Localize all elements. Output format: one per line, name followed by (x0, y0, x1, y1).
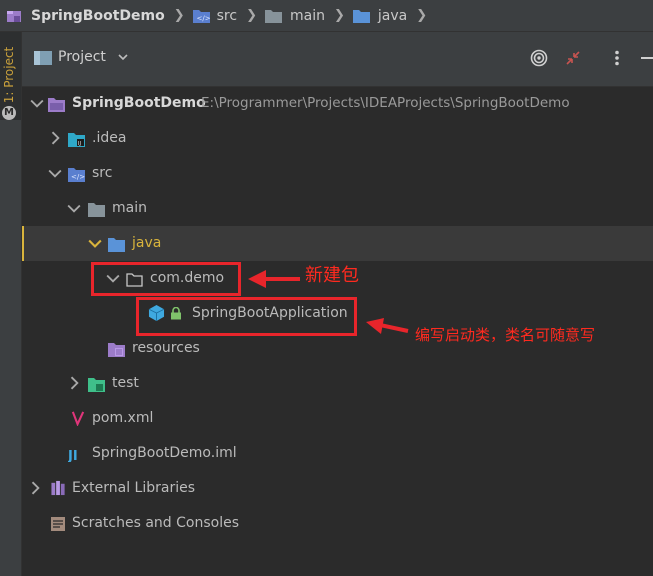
folder-icon (264, 10, 282, 23)
chevron-down-icon (118, 53, 128, 60)
tree-row-java[interactable]: java (22, 226, 653, 261)
tree-row-src[interactable]: </> src (22, 156, 653, 191)
chevron-right-icon: ❯ (246, 8, 257, 23)
chevron-down-icon[interactable] (48, 167, 62, 181)
tree-row-root[interactable]: SpringBootDemo E:\Programmer\Projects\ID… (22, 86, 653, 121)
breadcrumb-project[interactable]: SpringBootDemo (31, 0, 165, 31)
tree-label-src: src (92, 165, 113, 181)
source-root-folder-icon (352, 10, 370, 23)
tree-label-pom: pom.xml (92, 410, 154, 426)
scratches-icon (51, 517, 65, 531)
project-view-icon (34, 50, 52, 65)
chevron-right-icon: ❯ (173, 8, 185, 23)
tree-label-test: test (112, 375, 139, 391)
source-folder-icon: </> (192, 10, 210, 23)
tree-label-external-libraries: External Libraries (72, 480, 195, 496)
breadcrumb: SpringBootDemo ❯ </> src ❯ main ❯ java ❯ (0, 0, 653, 32)
svg-text:</>: </> (71, 173, 85, 181)
svg-text:JI: JI (68, 449, 78, 462)
chevron-down-icon[interactable] (67, 202, 81, 216)
view-selector-label: Project (58, 49, 106, 65)
annotation-write-startup: 编写启动类，类名可随意写 (415, 326, 596, 344)
tree-row-main[interactable]: main (22, 191, 653, 226)
project-module-icon (7, 10, 21, 22)
tree-row-pom[interactable]: pom.xml (22, 401, 653, 436)
view-selector[interactable]: Project (34, 49, 128, 65)
maven-file-icon (71, 411, 85, 426)
package-highlight-box (91, 262, 241, 296)
tree-row-scratches[interactable]: Scratches and Consoles (22, 506, 653, 541)
tree-label-java: java (132, 235, 162, 251)
idea-folder-icon: IJ (68, 133, 85, 147)
hide-icon[interactable] (636, 47, 653, 69)
arrow-left-icon (248, 270, 300, 288)
source-folder-icon: </> (68, 168, 85, 182)
module-file-icon: JI (68, 449, 78, 462)
collapse-all-icon[interactable] (562, 47, 584, 69)
annotation-new-package: 新建包 (305, 265, 359, 286)
tree-row-idea[interactable]: IJ .idea (22, 121, 653, 156)
maven-icon[interactable]: M (2, 106, 16, 120)
locate-icon[interactable] (528, 47, 550, 69)
chevron-right-icon[interactable] (68, 376, 82, 390)
tree-root-name: SpringBootDemo (72, 95, 206, 111)
module-folder-icon (48, 98, 65, 112)
more-options-icon[interactable] (606, 47, 628, 69)
tree-row-iml[interactable]: JI SpringBootDemo.iml (22, 436, 653, 471)
breadcrumb-java[interactable]: java (378, 0, 407, 31)
breadcrumb-main[interactable]: main (290, 0, 325, 31)
chevron-right-icon[interactable] (29, 481, 43, 495)
folder-icon (88, 203, 105, 217)
tree-label-main: main (112, 200, 147, 216)
project-stripe-label: 1: Project (2, 46, 16, 104)
breadcrumb-src[interactable]: src (217, 0, 237, 31)
tree-label-iml: SpringBootDemo.iml (92, 445, 237, 461)
resources-folder-icon (108, 343, 125, 357)
chevron-right-icon: ❯ (333, 8, 345, 23)
library-icon (51, 480, 65, 496)
tree-root-path: E:\Programmer\Projects\IDEAProjects\Spri… (201, 95, 570, 111)
chevron-down-icon[interactable] (30, 97, 44, 111)
tree-label-idea: .idea (92, 130, 127, 146)
chevron-right-icon[interactable] (49, 131, 63, 145)
tree-label-scratches: Scratches and Consoles (72, 515, 239, 531)
tree-row-external-libraries[interactable]: External Libraries (22, 471, 653, 506)
tree-row-test[interactable]: test (22, 366, 653, 401)
svg-text:IJ: IJ (78, 141, 81, 147)
tree-label-resources: resources (132, 340, 200, 356)
arrow-left-icon (366, 318, 409, 334)
class-highlight-box (136, 297, 357, 336)
svg-text:</>: </> (196, 15, 210, 23)
chevron-right-icon: ❯ (416, 8, 428, 23)
test-folder-icon (88, 378, 105, 392)
source-root-folder-icon (108, 238, 125, 252)
chevron-down-icon[interactable] (88, 237, 102, 251)
